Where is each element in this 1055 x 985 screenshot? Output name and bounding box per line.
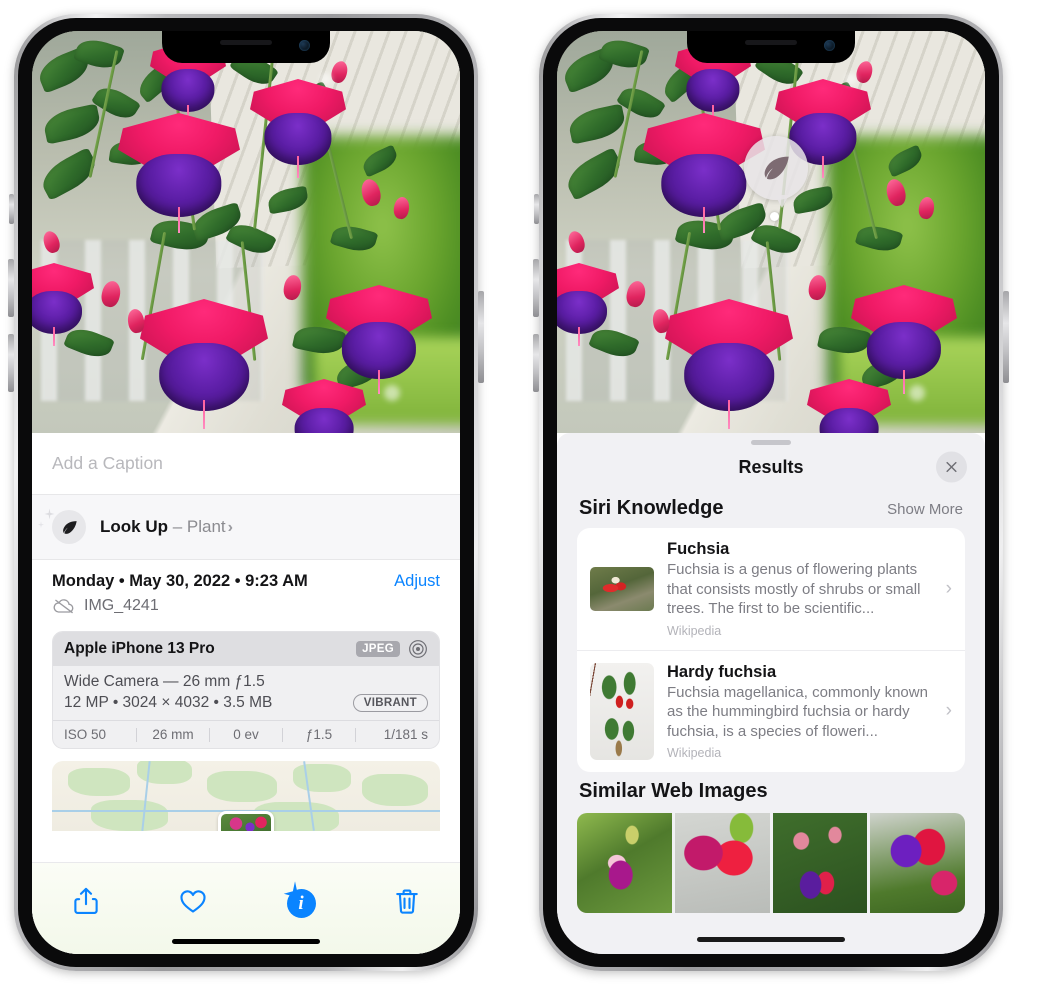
filename-label: IMG_4241 <box>84 597 159 614</box>
image-specs: 12 MP • 3024 × 4032 • 3.5 MB <box>64 694 273 711</box>
volume-up-button[interactable] <box>533 259 539 317</box>
earpiece-speaker <box>745 40 797 45</box>
result-title: Fuchsia <box>667 540 730 558</box>
result-source: Wikipedia <box>667 623 722 638</box>
share-icon[interactable] <box>64 879 108 923</box>
exif-body: Wide Camera — 26 mm ƒ1.5 12 MP • 3024 × … <box>53 666 439 720</box>
result-thumbnail <box>590 662 654 760</box>
front-camera-icon <box>299 40 310 51</box>
metadata-block: Monday • May 30, 2022 • 9:23 AM Adjust I… <box>32 559 460 621</box>
leaf-icon <box>764 156 789 180</box>
results-header: Results <box>557 445 985 489</box>
exif-focal: 26 mm <box>152 727 194 742</box>
heart-icon[interactable] <box>171 879 215 923</box>
result-title: Hardy fuchsia <box>667 662 777 681</box>
chevron-right-icon: › <box>227 519 233 536</box>
silence-switch[interactable] <box>9 194 14 224</box>
notch-left <box>162 31 330 63</box>
home-indicator-left[interactable] <box>172 939 320 944</box>
section-title-siri-knowledge: Siri Knowledge <box>579 497 724 519</box>
list-item[interactable]: Hardy fuchsia Fuchsia magellanica, commo… <box>577 649 965 773</box>
exif-aperture: ƒ1.5 <box>305 727 333 742</box>
screen-right: Results Siri Knowledge Show More Fuchsia… <box>557 31 985 954</box>
similar-image-thumbnail[interactable] <box>870 813 965 913</box>
info-letter: i <box>286 889 316 918</box>
badge-pointer <box>775 195 789 208</box>
result-description: Fuchsia is a genus of flowering plants t… <box>667 561 921 617</box>
iphone-device-right: Results Siri Knowledge Show More Fuchsia… <box>533 14 1009 971</box>
trash-icon[interactable] <box>385 879 429 923</box>
screen-left: Add a Caption Look Up – Plant › Monday •… <box>32 31 460 954</box>
look-up-label: Look Up – Plant › <box>100 517 233 536</box>
result-source: Wikipedia <box>667 746 722 760</box>
volume-down-button[interactable] <box>533 334 539 392</box>
chevron-right-icon: › <box>945 700 952 722</box>
similar-web-images-header: Similar Web Images <box>557 772 985 811</box>
similar-image-thumbnail[interactable] <box>577 813 672 913</box>
results-sheet: Results Siri Knowledge Show More Fuchsia… <box>557 433 985 954</box>
siri-knowledge-card: Fuchsia Fuchsia is a genus of flowering … <box>577 528 965 772</box>
similar-web-images-strip[interactable] <box>577 813 965 913</box>
exif-header: Apple iPhone 13 Pro JPEG <box>53 632 439 666</box>
device-bezel-left: Add a Caption Look Up – Plant › Monday •… <box>18 18 474 967</box>
fuchsia-photo <box>557 31 985 433</box>
device-name: Apple iPhone 13 Pro <box>64 640 215 657</box>
volume-down-button[interactable] <box>8 334 14 392</box>
device-bezel-right: Results Siri Knowledge Show More Fuchsia… <box>543 18 999 967</box>
iphone-device-left: Add a Caption Look Up – Plant › Monday •… <box>8 14 484 971</box>
show-more-button[interactable]: Show More <box>887 501 963 518</box>
adjust-button[interactable]: Adjust <box>394 572 440 591</box>
volume-up-button[interactable] <box>8 259 14 317</box>
section-title-similar-web-images: Similar Web Images <box>579 780 768 802</box>
photographic-style-badge: VIBRANT <box>352 694 428 712</box>
power-button[interactable] <box>1003 291 1009 383</box>
lens-info: Wide Camera — 26 mm ƒ1.5 <box>64 673 265 690</box>
front-camera-icon <box>824 40 835 51</box>
close-icon[interactable] <box>936 451 967 483</box>
similar-image-thumbnail[interactable] <box>772 813 868 913</box>
photo-viewer-right[interactable] <box>557 31 985 433</box>
badge-anchor-dot <box>770 212 779 221</box>
fuchsia-photo <box>32 31 460 433</box>
similar-image-thumbnail[interactable] <box>674 813 770 913</box>
location-map[interactable] <box>52 761 440 831</box>
results-title: Results <box>738 456 804 477</box>
caption-input[interactable]: Add a Caption <box>52 453 163 474</box>
format-badge: JPEG <box>356 641 400 657</box>
result-thumbnail <box>590 566 654 611</box>
map-photo-pin[interactable] <box>218 811 274 831</box>
chevron-right-icon: › <box>945 577 952 599</box>
exif-exposure: 0 ev <box>233 727 259 742</box>
exif-shutter: 1/181 s <box>383 727 428 742</box>
target-icon[interactable] <box>408 639 428 659</box>
home-indicator-right[interactable] <box>697 937 845 942</box>
icloud-slash-icon <box>53 599 74 614</box>
capture-date: Monday • May 30, 2022 • 9:23 AM <box>52 572 308 590</box>
leaf-icon <box>52 510 86 544</box>
exif-shot-values: ISO 50 26 mm 0 ev ƒ1.5 1/181 s <box>53 720 439 748</box>
screenshot-stage: Add a Caption Look Up – Plant › Monday •… <box>0 0 1055 985</box>
caption-field-row[interactable]: Add a Caption <box>32 433 460 495</box>
exif-iso: ISO 50 <box>64 727 107 742</box>
power-button[interactable] <box>478 291 484 383</box>
list-item[interactable]: Fuchsia Fuchsia is a genus of flowering … <box>577 528 965 650</box>
notch-right <box>687 31 855 63</box>
look-up-row[interactable]: Look Up – Plant › <box>32 495 460 559</box>
result-description: Fuchsia magellanica, commonly known as t… <box>667 683 928 740</box>
visual-lookup-badge[interactable] <box>744 136 808 200</box>
info-sparkle-icon[interactable]: i <box>278 879 322 923</box>
silence-switch[interactable] <box>534 194 539 224</box>
photo-viewer-left[interactable] <box>32 31 460 433</box>
sparkle-icon-small <box>38 521 44 528</box>
exif-card[interactable]: Apple iPhone 13 Pro JPEG Wide Camera — 2… <box>52 631 440 749</box>
earpiece-speaker <box>220 40 272 45</box>
siri-knowledge-header: Siri Knowledge Show More <box>557 489 985 528</box>
